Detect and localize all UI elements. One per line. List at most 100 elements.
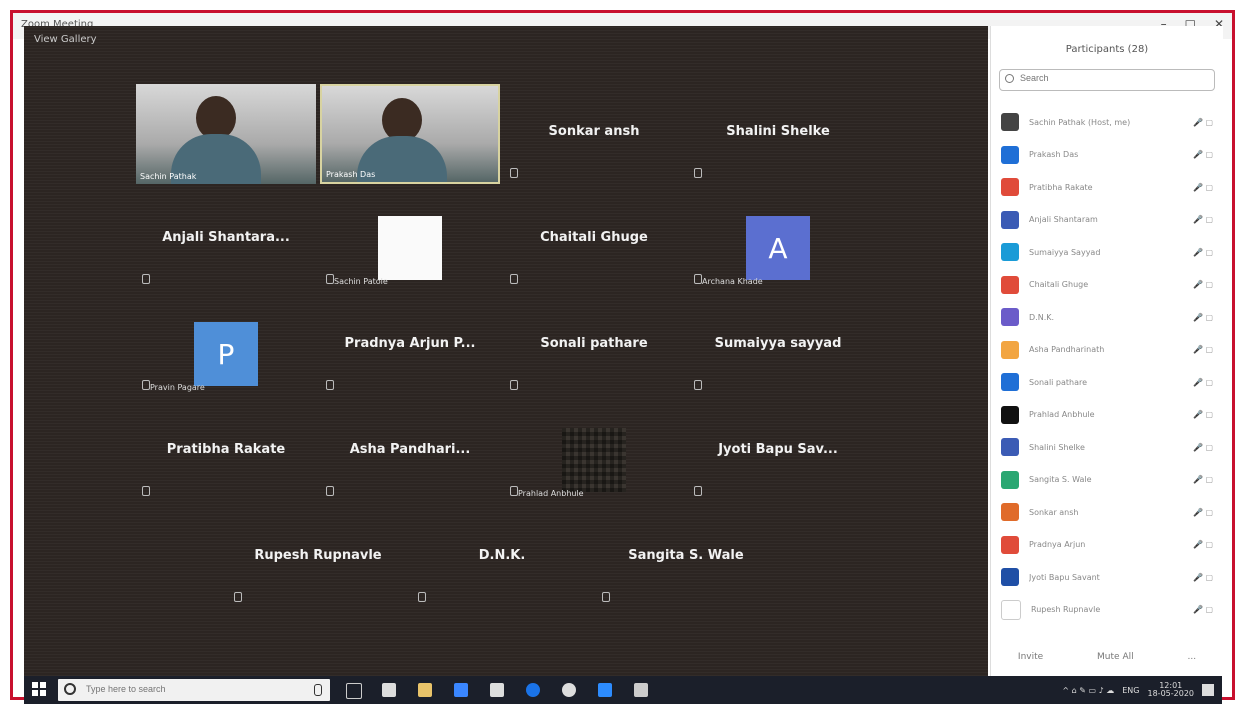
participant-tile[interactable]: Jyoti Bapu Sav... <box>688 402 868 502</box>
participant-row[interactable]: Sachin Pathak (Host, me) 🎤 ▢ <box>991 106 1223 139</box>
mic-camera-icons[interactable]: 🎤 ▢ <box>1193 378 1213 387</box>
participant-row[interactable]: Chaitali Ghuge 🎤 ▢ <box>991 269 1223 302</box>
participant-tile[interactable]: Chaitali Ghuge <box>504 190 684 290</box>
mic-muted-icon <box>142 380 150 390</box>
tile-name: Pravin Pagare <box>150 383 205 392</box>
taskbar-search[interactable] <box>58 679 330 701</box>
participant-tile[interactable]: P Pravin Pagare <box>136 296 316 396</box>
tile-name: Sangita S. Wale <box>628 548 744 563</box>
mic-muted-icon <box>326 274 334 284</box>
store-icon[interactable] <box>382 683 396 697</box>
participant-row[interactable]: Sonkar ansh 🎤 ▢ <box>991 496 1223 529</box>
participant-row[interactable]: Prakash Das 🎤 ▢ <box>991 139 1223 172</box>
shield-icon[interactable] <box>490 683 504 697</box>
mic-camera-icons[interactable]: 🎤 ▢ <box>1193 573 1213 582</box>
tile-name: Shalini Shelke <box>726 124 830 139</box>
mic-muted-icon <box>602 592 610 602</box>
mute-all-button[interactable]: Mute All <box>1097 652 1134 662</box>
participant-tile[interactable]: Pradnya Arjun P... <box>320 296 500 396</box>
tile-name: Jyoti Bapu Sav... <box>718 442 838 457</box>
chrome-icon[interactable] <box>562 683 576 697</box>
participant-row[interactable]: Prahlad Anbhule 🎤 ▢ <box>991 399 1223 432</box>
task-view-icon[interactable] <box>346 683 362 699</box>
mic-muted-icon <box>694 486 702 496</box>
active-speaker-tile[interactable]: Prakash Das <box>320 84 500 184</box>
tile-name: D.N.K. <box>478 548 526 563</box>
participant-tile[interactable]: Sumaiyya sayyad <box>688 296 868 396</box>
view-toggle[interactable]: View Gallery <box>34 34 97 45</box>
participant-row[interactable]: Shalini Shelke 🎤 ▢ <box>991 431 1223 464</box>
participant-row[interactable]: Pratibha Rakate 🎤 ▢ <box>991 171 1223 204</box>
mic-muted-icon <box>142 486 150 496</box>
participant-row[interactable]: D.N.K. 🎤 ▢ <box>991 301 1223 334</box>
participant-name: Jyoti Bapu Savant <box>1029 572 1100 582</box>
participant-name: Rupesh Rupnavle <box>1031 605 1101 615</box>
participant-row[interactable]: Sumaiyya Sayyad 🎤 ▢ <box>991 236 1223 269</box>
mic-camera-icons[interactable]: 🎤 ▢ <box>1193 280 1213 289</box>
tray-icons[interactable]: ^ ⌂ ✎ ▭ ♪ ☁ <box>1062 686 1114 695</box>
participant-tile[interactable]: Sangita S. Wale <box>596 508 776 608</box>
participant-row[interactable]: Sonali pathare 🎤 ▢ <box>991 366 1223 399</box>
mic-camera-icons[interactable]: 🎤 ▢ <box>1193 118 1213 127</box>
mic-camera-icons[interactable]: 🎤 ▢ <box>1193 248 1213 257</box>
mic-camera-icons[interactable]: 🎤 ▢ <box>1193 410 1213 419</box>
participant-row[interactable]: Pradnya Arjun 🎤 ▢ <box>991 529 1223 562</box>
participant-row[interactable]: Anjali Shantaram 🎤 ▢ <box>991 204 1223 237</box>
avatar <box>1001 210 1019 229</box>
system-tray: ^ ⌂ ✎ ▭ ♪ ☁ ENG 12:01 18-05-2020 <box>1062 682 1214 698</box>
tile-name: Archana Khade <box>702 277 763 286</box>
participant-name: D.N.K. <box>1029 312 1055 322</box>
video-tile[interactable]: Sachin Pathak <box>136 84 316 184</box>
mic-camera-icons[interactable]: 🎤 ▢ <box>1193 345 1213 354</box>
participant-tile[interactable]: Sonkar ansh <box>504 84 684 184</box>
participant-row[interactable]: Rupesh Rupnavle 🎤 ▢ <box>991 594 1223 627</box>
edge-icon[interactable] <box>526 683 540 697</box>
participant-tile[interactable]: Anjali Shantara... <box>136 190 316 290</box>
participant-tile[interactable]: Prahlad Anbhule <box>504 402 684 502</box>
mic-camera-icons[interactable]: 🎤 ▢ <box>1193 475 1213 484</box>
avatar <box>1001 438 1019 457</box>
participant-tile[interactable]: Shalini Shelke <box>688 84 868 184</box>
participant-tile[interactable]: Pratibha Rakate <box>136 402 316 502</box>
more-button[interactable]: ... <box>1187 652 1196 662</box>
participant-tile[interactable]: A Archana Khade <box>688 190 868 290</box>
avatar <box>1001 568 1019 587</box>
participant-search[interactable] <box>999 69 1215 91</box>
participant-tile[interactable]: Asha Pandhari... <box>320 402 500 502</box>
mic-camera-icons[interactable]: 🎤 ▢ <box>1193 508 1213 517</box>
participant-row[interactable]: Sangita S. Wale 🎤 ▢ <box>991 464 1223 497</box>
participant-tile[interactable]: D.N.K. <box>412 508 592 608</box>
participant-name: Anjali Shantaram <box>1029 215 1098 225</box>
search-input[interactable] <box>1018 72 1202 84</box>
mic-camera-icons[interactable]: 🎤 ▢ <box>1193 215 1213 224</box>
invite-button[interactable]: Invite <box>1018 652 1043 662</box>
participant-tile[interactable]: Sonali pathare <box>504 296 684 396</box>
date: 18-05-2020 <box>1147 689 1195 698</box>
participant-tile[interactable]: Rupesh Rupnavle <box>228 508 408 608</box>
mic-camera-icons[interactable]: 🎤 ▢ <box>1193 605 1213 614</box>
microphone-icon[interactable] <box>314 684 322 696</box>
mic-camera-icons[interactable]: 🎤 ▢ <box>1193 443 1213 452</box>
start-button[interactable] <box>32 682 46 696</box>
taskbar-search-input[interactable] <box>84 683 288 695</box>
tile-name: Pratibha Rakate <box>166 442 286 457</box>
participant-row[interactable]: Asha Pandharinath 🎤 ▢ <box>991 334 1223 367</box>
notification-icon[interactable] <box>1202 684 1214 696</box>
clock[interactable]: 12:01 18-05-2020 <box>1148 682 1195 698</box>
mic-camera-icons[interactable]: 🎤 ▢ <box>1193 183 1213 192</box>
avatar: A <box>746 216 810 280</box>
participant-tile[interactable]: Sachin Patole <box>320 190 500 290</box>
app-icon[interactable] <box>634 683 648 697</box>
mic-camera-icons[interactable]: 🎤 ▢ <box>1193 150 1213 159</box>
language-indicator[interactable]: ENG <box>1122 686 1139 695</box>
mic-camera-icons[interactable]: 🎤 ▢ <box>1193 313 1213 322</box>
tile-name: Chaitali Ghuge <box>540 230 648 245</box>
mic-camera-icons[interactable]: 🎤 ▢ <box>1193 540 1213 549</box>
participant-row[interactable]: Jyoti Bapu Savant 🎤 ▢ <box>991 561 1223 594</box>
file-explorer-icon[interactable] <box>418 683 432 697</box>
participant-name: Sonali pathare <box>1029 377 1088 387</box>
avatar: P <box>194 322 258 386</box>
mail-icon[interactable] <box>454 683 468 697</box>
zoom-icon[interactable] <box>598 683 612 697</box>
tile-name: Prahlad Anbhule <box>518 489 584 498</box>
